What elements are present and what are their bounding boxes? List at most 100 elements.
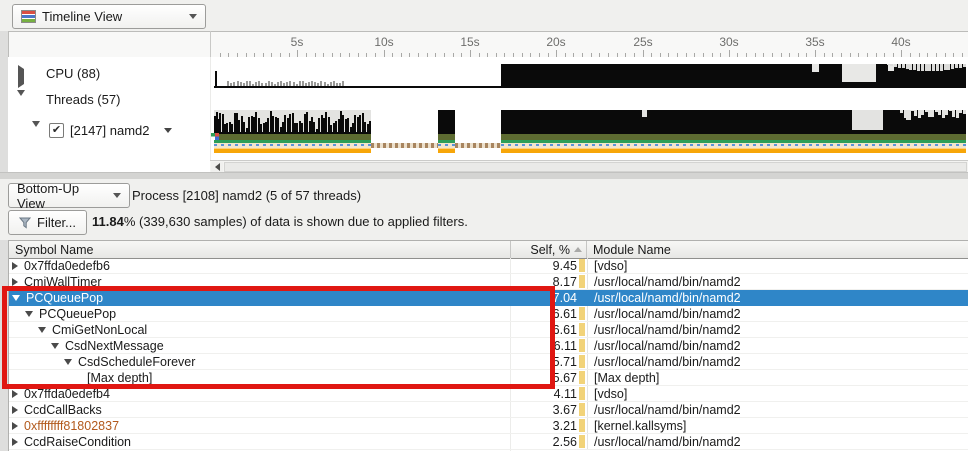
thread-jag bbox=[914, 110, 917, 116]
symbol-cell: CsdNextMessage bbox=[9, 338, 510, 353]
ruler-separator bbox=[210, 31, 211, 57]
table-row[interactable]: [Max depth] 5.67 [Max depth] bbox=[9, 370, 968, 386]
cpu-jag bbox=[936, 64, 939, 71]
cpu-fuzz bbox=[314, 82, 316, 86]
cpu-fuzz bbox=[240, 82, 242, 86]
scroll-left-button[interactable] bbox=[211, 162, 223, 172]
filter-button[interactable]: Filter... bbox=[8, 210, 88, 235]
cpu-fuzz bbox=[283, 82, 285, 86]
cpu-jag bbox=[932, 64, 935, 71]
bottom-up-view-selector[interactable]: Bottom-Up View bbox=[8, 181, 130, 211]
symbol-cell: CmiWallTimer bbox=[9, 274, 510, 289]
table-row[interactable]: CsdScheduleForever 5.71/usr/local/namd/bi… bbox=[9, 354, 968, 370]
table-row[interactable]: 0xffffffff81802837 3.21 [kernel.kallsyms] bbox=[9, 418, 968, 434]
thread-bar bbox=[325, 112, 327, 134]
thread-checkbox[interactable]: ✔ bbox=[49, 123, 64, 138]
profiler-window: Timeline View 5s 10s 15s 20s 25s 30s 35s 40s CP… bbox=[0, 0, 968, 451]
collapse-icon[interactable] bbox=[12, 294, 20, 301]
expand-icon[interactable] bbox=[12, 277, 18, 286]
cpu-row-label[interactable]: CPU (88) bbox=[46, 66, 100, 81]
collapse-icon[interactable] bbox=[38, 326, 46, 333]
symbol-cell: PCQueuePop bbox=[9, 306, 510, 321]
timeline-view-icon bbox=[21, 10, 36, 23]
table-row[interactable]: CcdRaiseCondition 2.56/usr/local/namd/bin… bbox=[9, 434, 968, 450]
expand-icon[interactable] bbox=[12, 389, 18, 398]
table-row[interactable]: CcdCallBacks 3.67/usr/local/namd/bin/namd… bbox=[9, 402, 968, 418]
self-value-bar bbox=[579, 387, 585, 400]
symbol-name: CsdScheduleForever bbox=[78, 354, 196, 369]
cpu-fuzz bbox=[324, 81, 326, 86]
thread-options-caret-icon[interactable] bbox=[164, 128, 172, 133]
symbol-cell: [Max depth] bbox=[9, 370, 510, 385]
cpu-notch bbox=[812, 64, 819, 72]
ruler-tick bbox=[729, 50, 730, 57]
column-header-symbol[interactable]: Symbol Name bbox=[9, 241, 510, 258]
self-percent-value: 5.71 bbox=[552, 354, 577, 369]
cpu-jag bbox=[894, 64, 897, 67]
collapse-icon[interactable] bbox=[51, 342, 59, 349]
cpu-fuzz bbox=[296, 83, 298, 86]
thread-jag bbox=[952, 110, 955, 117]
ruler-tick-label: 10s bbox=[374, 35, 394, 49]
expand-icon[interactable] bbox=[12, 421, 18, 430]
cpu-jag bbox=[902, 64, 905, 69]
threads-expander-icon[interactable] bbox=[17, 90, 25, 111]
cpu-fuzz bbox=[271, 81, 273, 86]
table-row[interactable]: PCQueuePop 6.61/usr/local/namd/bin/namd2 bbox=[9, 306, 968, 322]
thread-jag bbox=[963, 110, 966, 115]
scrollbar-thumb[interactable] bbox=[224, 162, 967, 172]
table-row[interactable]: 0x7ffda0edefb4 4.11 [vdso] bbox=[9, 386, 968, 402]
filter-statistics: 11.84% (339,630 samples) of data is show… bbox=[92, 214, 468, 229]
cpu-jag bbox=[955, 64, 958, 69]
bottom-up-table: Symbol Name Self, % Module Name 0x7ffda0… bbox=[8, 240, 968, 451]
self-percent-cell: 5.67 bbox=[510, 370, 587, 385]
collapse-icon[interactable] bbox=[25, 310, 33, 317]
cpu-activity-track[interactable] bbox=[210, 64, 966, 88]
expand-icon[interactable] bbox=[12, 261, 18, 270]
thread-jag bbox=[945, 110, 948, 116]
cpu-fuzz bbox=[243, 83, 245, 86]
expand-icon[interactable] bbox=[12, 437, 18, 446]
cpu-jag bbox=[898, 64, 901, 68]
self-value-bar bbox=[579, 275, 585, 288]
green-band bbox=[214, 140, 371, 143]
column-header-module[interactable]: Module Name bbox=[587, 241, 968, 258]
threads-row-label[interactable]: Threads (57) bbox=[46, 92, 120, 107]
ruler-tick-label: 5s bbox=[290, 35, 304, 49]
cpu-jag bbox=[963, 64, 966, 67]
cpu-jag bbox=[913, 64, 916, 71]
timeline-ruler[interactable]: 5s 10s 15s 20s 25s 30s 35s 40s bbox=[8, 31, 968, 59]
thread-row-label[interactable]: [2147] namd2 bbox=[70, 123, 150, 138]
timeline-view-selector[interactable]: Timeline View bbox=[12, 4, 206, 29]
expand-icon[interactable] bbox=[12, 405, 18, 414]
table-row[interactable]: CmiWallTimer 8.17/usr/local/namd/bin/namd… bbox=[9, 274, 968, 290]
self-percent-value: 4.11 bbox=[553, 386, 577, 401]
cpu-fuzz bbox=[289, 81, 291, 86]
table-header: Symbol Name Self, % Module Name bbox=[9, 241, 968, 259]
self-percent-value: 8.17 bbox=[552, 274, 577, 289]
thread-expander-icon[interactable] bbox=[32, 121, 40, 142]
table-row[interactable]: CmiGetNonLocal 6.61/usr/local/namd/bin/na… bbox=[9, 322, 968, 338]
table-row[interactable]: 0x7ffda0edefb6 9.45 [vdso] bbox=[9, 258, 968, 274]
table-row[interactable]: PCQueuePop 7.04/usr/local/namd/bin/namd2 bbox=[9, 290, 968, 306]
symbol-name: CcdCallBacks bbox=[24, 402, 102, 417]
thread-activity-track[interactable] bbox=[210, 110, 966, 134]
self-percent-cell: 3.67 bbox=[510, 402, 587, 417]
cpu-fuzz bbox=[293, 81, 295, 86]
arrow-left-icon bbox=[214, 163, 220, 171]
cpu-fuzz bbox=[261, 82, 263, 86]
cpu-jag bbox=[890, 64, 893, 67]
table-row[interactable]: CsdNextMessage 6.11/usr/local/namd/bin/na… bbox=[9, 338, 968, 354]
self-percent-cell: 8.17 bbox=[510, 274, 587, 289]
cpu-spike bbox=[215, 71, 217, 88]
filter-percent: 11.84 bbox=[92, 214, 124, 229]
cpu-fuzz bbox=[333, 81, 335, 86]
collapse-icon[interactable] bbox=[64, 358, 72, 365]
cpu-expander-icon[interactable] bbox=[18, 65, 24, 88]
column-header-self[interactable]: Self, % bbox=[510, 241, 587, 258]
left-gutter bbox=[0, 31, 8, 451]
thread-state-bands[interactable] bbox=[210, 133, 966, 153]
cpu-fuzz bbox=[339, 82, 341, 86]
ruler-tick bbox=[815, 50, 816, 57]
self-percent-cell: 4.11 bbox=[510, 386, 587, 401]
